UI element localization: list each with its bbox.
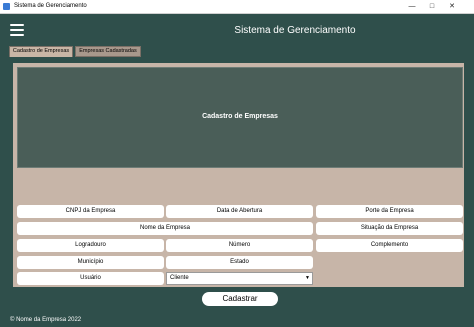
page-title: Sistema de Gerenciamento bbox=[234, 25, 356, 36]
tab-cadastro-de-empresas[interactable]: Cadastro de Empresas bbox=[9, 46, 73, 57]
minimize-icon[interactable]: — bbox=[404, 1, 420, 12]
data-abertura-field[interactable]: Data de Abertura bbox=[166, 205, 313, 218]
user-type-value: Cliente bbox=[170, 275, 189, 281]
window-titlebar: Sistema de Gerenciamento — □ ✕ bbox=[0, 0, 474, 14]
footer-copyright: © Nome da Empresa 2022 bbox=[10, 317, 82, 323]
estado-field[interactable]: Estado bbox=[166, 256, 313, 269]
usuario-field[interactable]: Usuário bbox=[17, 272, 164, 285]
user-type-select[interactable]: Cliente ▼ bbox=[166, 272, 313, 285]
window-title: Sistema de Gerenciamento bbox=[14, 3, 87, 9]
nome-empresa-field[interactable]: Nome da Empresa bbox=[17, 222, 313, 235]
municipio-field[interactable]: Município bbox=[17, 256, 164, 269]
close-icon[interactable]: ✕ bbox=[444, 1, 460, 12]
numero-field[interactable]: Número bbox=[166, 239, 313, 252]
porte-field[interactable]: Porte da Empresa bbox=[316, 205, 463, 218]
maximize-icon[interactable]: □ bbox=[424, 1, 440, 12]
chevron-down-icon: ▼ bbox=[305, 275, 310, 281]
complemento-field[interactable]: Complemento bbox=[316, 239, 463, 252]
banner-title: Cadastro de Empresas bbox=[202, 113, 278, 120]
cadastrar-button[interactable]: Cadastrar bbox=[202, 292, 278, 306]
app-window: Sistema de Gerenciamento — □ ✕ Sistema d… bbox=[0, 0, 474, 327]
app-icon bbox=[3, 3, 10, 10]
logradouro-field[interactable]: Logradouro bbox=[17, 239, 164, 252]
tab-empresas-cadastradas[interactable]: Empresas Cadastradas bbox=[75, 46, 141, 57]
cnpj-field[interactable]: CNPJ da Empresa bbox=[17, 205, 164, 218]
form-banner: Cadastro de Empresas bbox=[17, 67, 463, 168]
situacao-field[interactable]: Situação da Empresa bbox=[316, 222, 463, 235]
menu-icon[interactable] bbox=[10, 24, 24, 36]
